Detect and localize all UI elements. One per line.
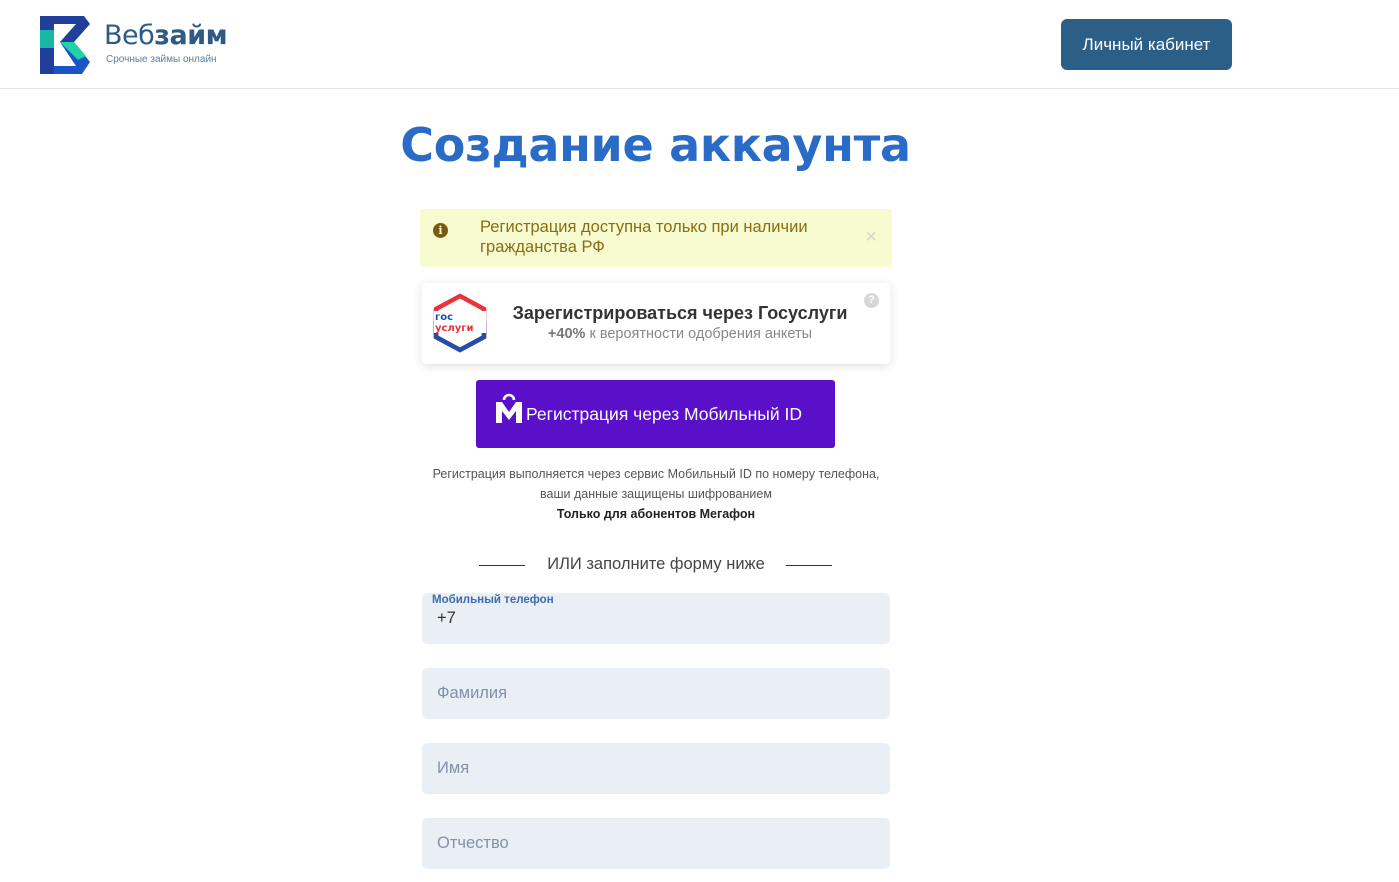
last-name-input[interactable] [422,668,890,719]
site-header: Вебзайм Срочные займы онлайн Личный каби… [0,0,1399,89]
phone-input[interactable] [422,593,890,644]
first-name-field [422,743,890,794]
alert-text: Регистрация доступна только при наличии … [480,218,808,256]
first-name-input[interactable] [422,743,890,794]
page-title: Создание аккаунта [400,118,911,172]
logo-name-bold: займ [154,20,228,51]
close-icon[interactable]: × [865,227,877,247]
mobile-id-register-button[interactable]: Регистрация через Мобильный ID [476,380,835,448]
logo-mark-icon [40,16,90,74]
gosuslugi-logo-line2: услуги [435,323,474,334]
last-name-field [422,668,890,719]
mobile-id-note-bold: Только для абонентов Мегафон [556,507,756,521]
divider-line-right [786,565,832,566]
gosuslugi-register-button[interactable]: гос услуги Зарегистрироваться через Госу… [422,283,890,364]
phone-field: Мобильный телефон [422,593,890,644]
gosuslugi-bonus-text: к вероятности одобрения анкеты [585,326,813,342]
logo-name-light: Веб [104,20,155,51]
mobile-id-icon [496,393,522,423]
mobile-id-label: Регистрация через Мобильный ID [526,404,802,424]
gosuslugi-subtitle: +40% к вероятности одобрения анкеты [490,326,870,342]
info-icon: i [433,223,448,238]
mobile-id-note-text: Регистрация выполняется через сервис Моб… [432,467,880,501]
citizenship-alert: i Регистрация доступна только при наличи… [420,209,892,267]
middle-name-input[interactable] [422,818,890,869]
gosuslugi-title: Зарегистрироваться через Госуслуги [512,303,848,323]
site-logo[interactable]: Вебзайм Срочные займы онлайн [40,16,240,76]
gosuslugi-bonus: +40% [547,326,586,342]
gosuslugi-logo-line1: гос [435,312,453,323]
mobile-id-note: Регистрация выполняется через сервис Моб… [420,464,892,524]
help-icon[interactable]: ? [864,293,879,308]
middle-name-field [422,818,890,869]
logo-name: Вебзайм [104,20,228,51]
or-divider: ИЛИ заполните форму ниже [420,554,892,576]
logo-tagline: Срочные займы онлайн [106,54,217,65]
gosuslugi-logo-icon: гос услуги [433,293,487,353]
personal-cabinet-button[interactable]: Личный кабинет [1061,19,1232,70]
